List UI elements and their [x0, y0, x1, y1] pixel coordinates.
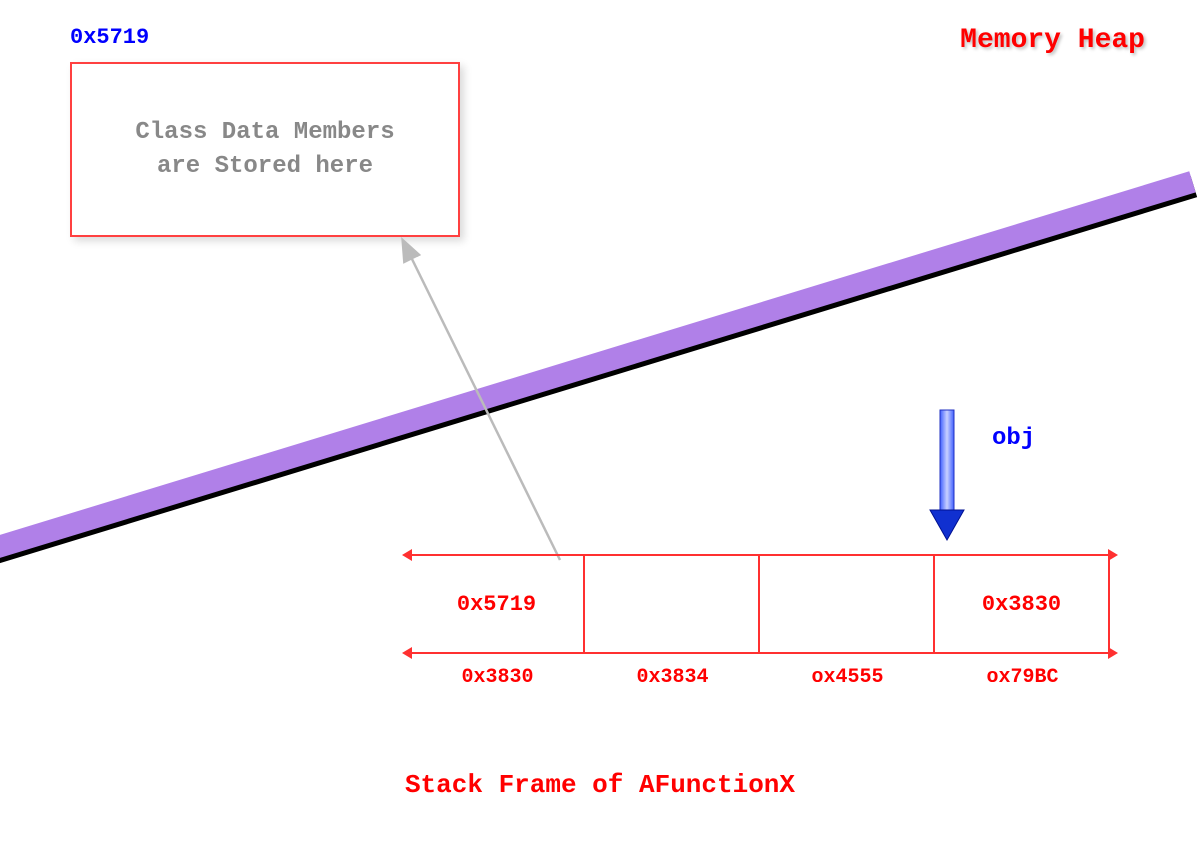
heap-object-box: Class Data Members are Stored here — [70, 62, 460, 237]
obj-variable-label: obj — [992, 425, 1035, 452]
stack-frame: 0x5719 0x3830 0x3830 0x3834 ox4555 ox79B… — [410, 554, 1110, 689]
stack-cell — [760, 556, 935, 652]
heap-box-line2: are Stored here — [157, 153, 373, 180]
stack-address: 0x3834 — [585, 666, 760, 689]
heap-box-text: Class Data Members are Stored here — [135, 116, 394, 183]
stack-address: 0x3830 — [410, 666, 585, 689]
heap-address-label: 0x5719 — [70, 25, 149, 50]
stack-frame-title: Stack Frame of AFunctionX — [0, 770, 1200, 800]
stack-cell: 0x5719 — [410, 556, 585, 652]
heap-title: Memory Heap — [960, 25, 1145, 56]
obj-arrow — [930, 410, 964, 540]
stack-cell: 0x3830 — [935, 556, 1110, 652]
stack-address: ox79BC — [935, 666, 1110, 689]
stack-row: 0x5719 0x3830 — [410, 554, 1110, 654]
stack-address-labels: 0x3830 0x3834 ox4555 ox79BC — [410, 666, 1110, 689]
stack-address: ox4555 — [760, 666, 935, 689]
heap-box-line1: Class Data Members — [135, 119, 394, 146]
stack-cell — [585, 556, 760, 652]
